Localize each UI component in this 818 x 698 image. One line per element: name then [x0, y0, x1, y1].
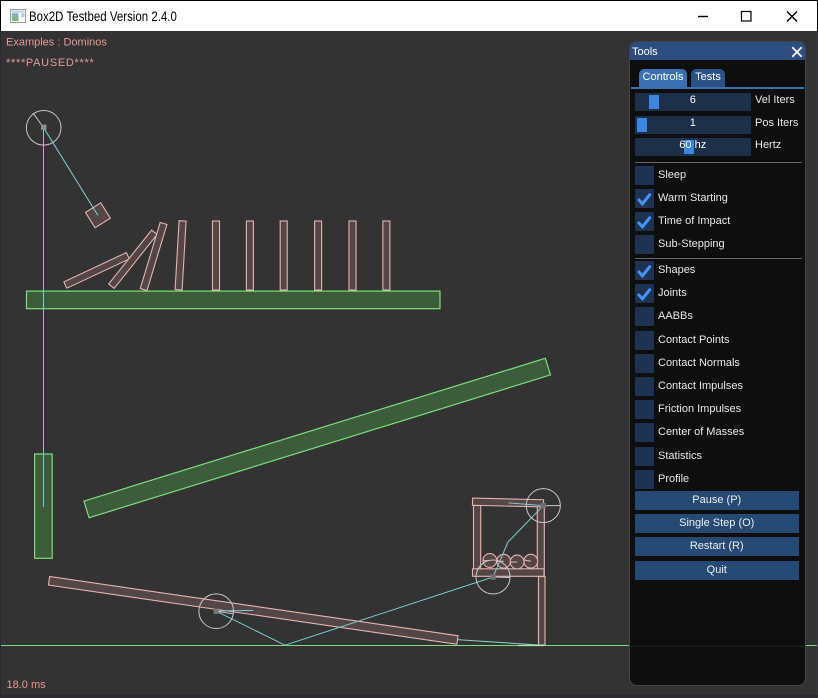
svg-text:****PAUSED****: ****PAUSED**** [6, 57, 94, 69]
svg-text:18.0 ms: 18.0 ms [7, 679, 47, 691]
svg-text:Examples : Dominos: Examples : Dominos [6, 37, 107, 49]
